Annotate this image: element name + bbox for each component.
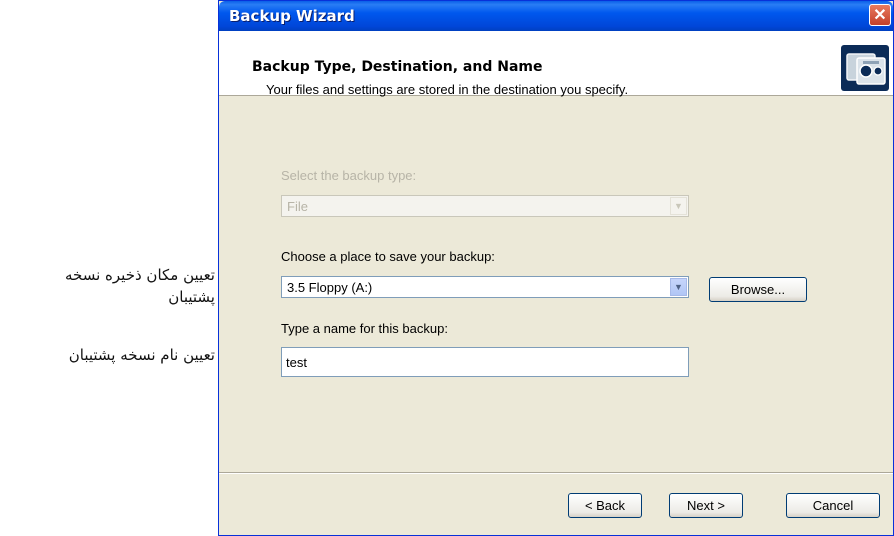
backup-media-icon — [841, 45, 889, 91]
backup-name-value: test — [286, 355, 307, 370]
annotation-save-location: تعیین مکان ذخیره نسخه پشتیبان — [0, 264, 215, 308]
annotation-save-location-line1: تعیین مکان ذخیره نسخه — [65, 266, 215, 284]
backup-wizard-window: Backup Wizard ✕ Backup Type, Destination… — [218, 0, 894, 536]
cancel-button[interactable]: Cancel — [786, 493, 880, 518]
window-title: Backup Wizard — [229, 7, 355, 25]
backup-type-label: Select the backup type: — [281, 168, 417, 183]
header-title: Backup Type, Destination, and Name — [252, 59, 543, 75]
close-button[interactable]: ✕ — [869, 4, 891, 26]
footer-divider — [219, 472, 893, 474]
title-bar[interactable]: Backup Wizard ✕ — [219, 1, 893, 31]
back-button[interactable]: < Back — [568, 493, 642, 518]
backup-name-input[interactable]: test — [281, 347, 689, 377]
close-icon: ✕ — [873, 7, 887, 24]
save-location-value: 3.5 Floppy (A:) — [287, 280, 373, 295]
annotation-save-location-line2: پشتیبان — [168, 288, 215, 306]
chevron-down-icon: ▼ — [670, 197, 687, 215]
backup-type-value: File — [287, 199, 308, 214]
backup-name-label: Type a name for this backup: — [281, 321, 448, 336]
chevron-down-icon[interactable]: ▼ — [670, 278, 687, 296]
backup-type-select: File ▼ — [281, 195, 689, 217]
save-location-label: Choose a place to save your backup: — [281, 249, 495, 264]
header-subtitle: Your files and settings are stored in th… — [266, 82, 629, 97]
save-location-select[interactable]: 3.5 Floppy (A:) ▼ — [281, 276, 689, 298]
browse-button[interactable]: Browse... — [709, 277, 807, 302]
annotation-backup-name: تعیین نام نسخه پشتیبان — [68, 346, 215, 364]
next-button[interactable]: Next > — [669, 493, 743, 518]
wizard-header: Backup Type, Destination, and Name Your … — [219, 31, 893, 97]
